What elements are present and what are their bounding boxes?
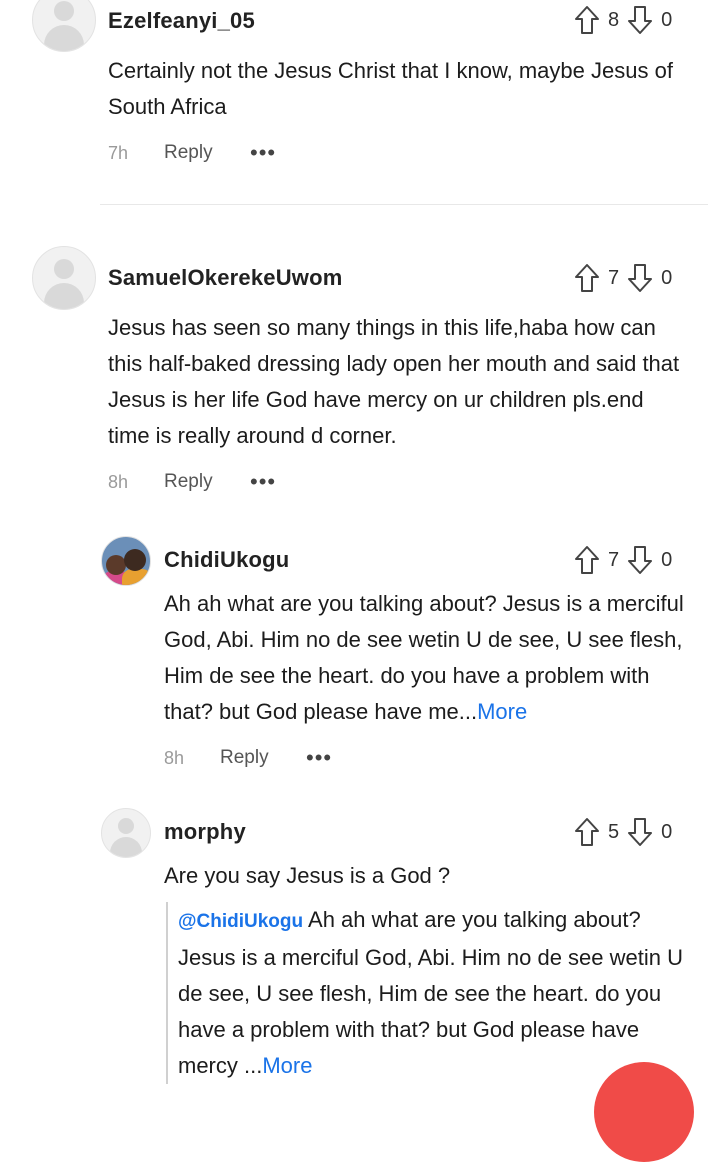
downvote-count: 0	[661, 548, 673, 571]
upvote-icon[interactable]	[574, 545, 600, 575]
reply-text: Are you say Jesus is a God ?	[164, 863, 451, 888]
upvote-count: 5	[608, 820, 620, 843]
reply-button[interactable]: Reply	[164, 471, 250, 493]
downvote-count: 0	[661, 820, 673, 843]
more-options-icon[interactable]: •••	[250, 140, 276, 166]
vote-controls: 7 0	[574, 544, 680, 576]
upvote-icon[interactable]	[574, 817, 600, 847]
vote-controls: 8 0	[574, 4, 680, 36]
reply-meta: 8h Reply •••	[164, 743, 332, 773]
comment-text: Certainly not the Jesus Christ that I kn…	[108, 58, 673, 119]
comment-author[interactable]: SamuelOkerekeUwom	[108, 265, 343, 291]
downvote-count: 0	[661, 266, 673, 289]
vote-controls: 5 0	[574, 816, 680, 848]
reply-button[interactable]: Reply	[220, 747, 306, 769]
upvote-icon[interactable]	[574, 263, 600, 293]
mention-link[interactable]: @ChidiUkogu	[178, 911, 303, 932]
upvote-count: 8	[608, 8, 620, 31]
downvote-icon[interactable]	[627, 817, 653, 847]
more-options-icon[interactable]: •••	[250, 469, 276, 495]
quoted-comment: @ChidiUkogu Ah ah what are you talking a…	[166, 902, 698, 1084]
reply-time: 8h	[164, 747, 185, 768]
comment-text: Jesus has seen so many things in this li…	[108, 315, 680, 448]
comment-time: 8h	[108, 471, 129, 492]
avatar[interactable]	[101, 808, 151, 858]
more-options-icon[interactable]: •••	[306, 745, 332, 771]
downvote-icon[interactable]	[627, 263, 653, 293]
comment-meta: 8h Reply •••	[108, 467, 276, 497]
avatar[interactable]	[101, 536, 151, 586]
reply-author[interactable]: ChidiUkogu	[164, 547, 289, 573]
reply-author[interactable]: morphy	[164, 819, 246, 845]
downvote-icon[interactable]	[627, 5, 653, 35]
upvote-count: 7	[608, 548, 620, 571]
reply-body: Ah ah what are you talking about? Jesus …	[164, 591, 684, 724]
upvote-count: 7	[608, 266, 620, 289]
avatar[interactable]	[32, 246, 96, 310]
comment-meta: 7h Reply •••	[108, 138, 276, 168]
floating-action-button[interactable]	[594, 1062, 694, 1162]
upvote-icon[interactable]	[574, 5, 600, 35]
more-link[interactable]: More	[262, 1053, 312, 1078]
more-link[interactable]: More	[477, 699, 527, 724]
downvote-icon[interactable]	[627, 545, 653, 575]
reply-button[interactable]: Reply	[164, 142, 250, 164]
reply-text: Ah ah what are you talking about? Jesus …	[164, 586, 694, 730]
vote-controls: 7 0	[574, 262, 680, 294]
comment-author[interactable]: Ezelfeanyi_05	[108, 8, 255, 34]
comment-time: 7h	[108, 142, 129, 163]
quote-text: Ah ah what are you talking about? Jesus …	[178, 907, 683, 1078]
divider	[100, 204, 708, 205]
downvote-count: 0	[661, 8, 673, 31]
avatar[interactable]	[32, 0, 96, 52]
